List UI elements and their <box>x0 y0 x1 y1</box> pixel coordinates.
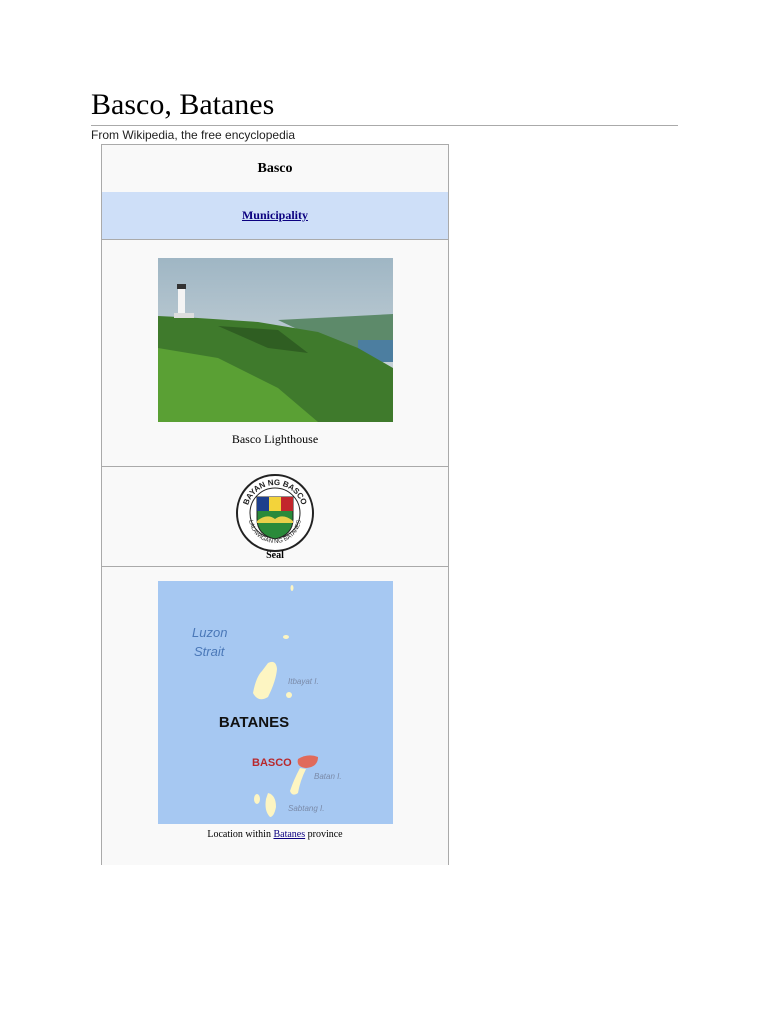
map-label-basco: BASCO <box>252 757 292 769</box>
map-caption: Location within Batanes province <box>102 829 448 840</box>
infobox-map-row: Luzon Strait Itbayat I. Batan I. Sabtang… <box>102 567 448 867</box>
infobox-photo-row: Basco Lighthouse <box>102 240 448 467</box>
infobox-title: Basco <box>102 145 448 193</box>
map-caption-text-end: province <box>307 829 343 840</box>
lighthouse-photo[interactable] <box>158 258 393 422</box>
map-label-strait: Strait <box>194 644 226 659</box>
page-title: Basco, Batanes <box>91 88 275 121</box>
map-caption-text: Location within <box>207 829 271 840</box>
infobox: Basco Municipality Basco Lighthouse BAYA… <box>101 144 449 865</box>
seal-caption: Seal <box>266 550 284 561</box>
map-label-itbayat: Itbayat I. <box>288 677 319 686</box>
municipal-seal[interactable]: BAYAN NG BASCO LALAWIGAN NG BATANES <box>235 473 315 553</box>
map-label-luzon: Luzon <box>192 625 227 640</box>
page-subtitle: From Wikipedia, the free encyclopedia <box>91 128 296 142</box>
location-map[interactable]: Luzon Strait Itbayat I. Batan I. Sabtang… <box>158 581 393 824</box>
infobox-type-row: Municipality <box>102 192 448 240</box>
infobox-seal-row: BAYAN NG BASCO LALAWIGAN NG BATANES Seal <box>102 467 448 567</box>
title-divider <box>91 125 678 126</box>
photo-caption: Basco Lighthouse <box>231 432 319 446</box>
map-label-batanes: BATANES <box>219 714 289 731</box>
batanes-link[interactable]: Batanes <box>273 829 305 840</box>
map-label-sabtang: Sabtang I. <box>288 804 324 813</box>
map-label-batan: Batan I. <box>314 772 342 781</box>
municipality-link[interactable]: Municipality <box>242 208 308 222</box>
